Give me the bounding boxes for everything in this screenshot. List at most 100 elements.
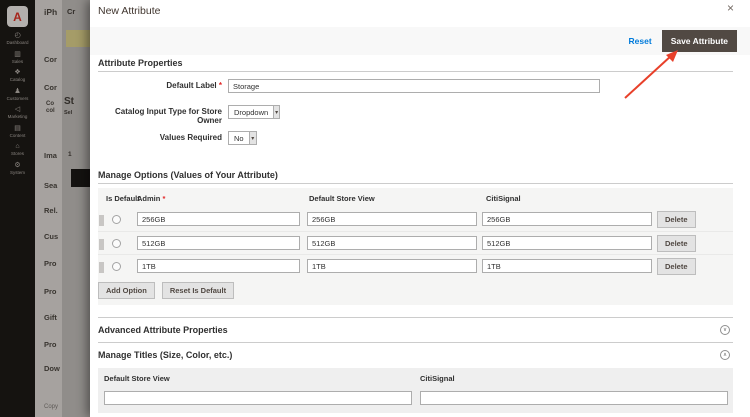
wizard-step-heading: St: [64, 96, 74, 107]
admin-option-input[interactable]: [137, 259, 300, 273]
bg-section-label: Cor: [44, 83, 57, 92]
sidebar-item-label: Marketing: [7, 114, 28, 120]
sales-icon: ▥: [14, 51, 21, 58]
new-attribute-modal: New Attribute × Reset Save Attribute Att…: [90, 0, 750, 417]
delete-option-button[interactable]: Delete: [657, 258, 696, 275]
default-store-view-option-input[interactable]: [307, 212, 477, 226]
advanced-attribute-properties-heading[interactable]: Advanced Attribute Properties: [98, 325, 228, 335]
default-label-input[interactable]: [228, 79, 600, 93]
sidebar-item-system[interactable]: ⚙ System: [0, 162, 35, 176]
dashboard-icon: ◴: [14, 32, 21, 39]
select-value: Dropdown: [234, 107, 269, 117]
values-required-select[interactable]: No ▾: [228, 131, 257, 145]
wizard-step-subtext: Sel: [64, 110, 73, 116]
sidebar-item-label: Dashboard: [6, 40, 29, 46]
catalog-input-type-label: Catalog Input Type for Store Owner: [115, 107, 222, 125]
catalog-input-type-select[interactable]: Dropdown ▾: [228, 105, 280, 119]
wizard-count-text: 1: [68, 151, 72, 158]
admin-option-input[interactable]: [137, 236, 300, 250]
bg-section-label: Gift: [44, 313, 57, 322]
content-icon: ▤: [14, 125, 21, 132]
dropdown-arrow-icon: ▾: [273, 106, 279, 118]
col-header-admin: Admin *: [137, 194, 165, 203]
title-citisignal-input[interactable]: [420, 391, 728, 405]
wizard-dark-tile: [71, 169, 90, 187]
drag-handle-icon[interactable]: [99, 239, 104, 250]
sidebar-item-label: Sales: [11, 59, 24, 65]
admin-sidebar: A ◴ Dashboard ▥ Sales ❖ Catalog ♟ Custom…: [0, 0, 35, 417]
sidebar-item-label: Stores: [10, 151, 24, 157]
bg-section-label: Rel.: [44, 206, 58, 215]
sidebar-item-customers[interactable]: ♟ Customers: [0, 88, 35, 102]
sidebar-item-catalog[interactable]: ❖ Catalog: [0, 69, 35, 83]
bg-section-label: Dow: [44, 364, 60, 373]
is-default-radio[interactable]: [112, 239, 121, 248]
is-default-radio[interactable]: [112, 262, 121, 271]
divider: [98, 71, 733, 72]
screen: iPh Cor Cor Co col Ima Sea Rel. Cus Pro …: [0, 0, 750, 417]
sidebar-item-sales[interactable]: ▥ Sales: [0, 51, 35, 65]
divider: [98, 342, 733, 343]
marketing-icon: ◁: [14, 106, 21, 113]
drag-handle-icon[interactable]: [99, 215, 104, 226]
magento-logo[interactable]: A: [7, 6, 28, 27]
col-header-citisignal: CitiSignal: [420, 374, 455, 383]
label-text: Default Label: [166, 81, 217, 90]
chevron-down-circle-icon[interactable]: ∨: [720, 325, 730, 335]
citisignal-option-input[interactable]: [482, 259, 652, 273]
col-header-citisignal: CitiSignal: [486, 194, 521, 203]
save-attribute-button[interactable]: Save Attribute: [661, 30, 737, 52]
attribute-properties-heading: Attribute Properties: [98, 58, 183, 68]
bg-page-title: iPh: [44, 7, 58, 17]
col-header-is-default: Is Default: [106, 194, 140, 203]
modal-title: New Attribute: [98, 5, 161, 17]
divider: [98, 317, 733, 318]
admin-option-input[interactable]: [137, 212, 300, 226]
option-row: Delete: [98, 231, 733, 254]
modal-toolbar: Reset Save Attribute: [90, 27, 750, 55]
close-icon[interactable]: ×: [727, 1, 734, 15]
manage-options-heading: Manage Options (Values of Your Attribute…: [98, 170, 278, 180]
add-option-button[interactable]: Add Option: [98, 282, 155, 299]
default-store-view-option-input[interactable]: [307, 259, 477, 273]
sidebar-item-label: Customers: [6, 96, 29, 102]
bg-section-label: Cus: [44, 232, 59, 241]
bg-section-label: Ima: [44, 151, 57, 160]
default-store-view-option-input[interactable]: [307, 236, 477, 250]
select-value: No: [234, 133, 244, 143]
manage-options-table: Is Default Admin * Default Store View Ci…: [98, 188, 733, 305]
citisignal-option-input[interactable]: [482, 236, 652, 250]
col-header-default-store-view: Default Store View: [309, 194, 375, 203]
reset-button[interactable]: Reset: [629, 36, 652, 46]
catalog-icon: ❖: [14, 69, 21, 76]
header-text: Admin: [137, 194, 161, 203]
manage-titles-heading[interactable]: Manage Titles (Size, Color, etc.): [98, 350, 232, 360]
customers-icon: ♟: [14, 88, 21, 95]
col-header-default-store-view: Default Store View: [104, 374, 170, 383]
sidebar-item-content[interactable]: ▤ Content: [0, 125, 35, 139]
stores-icon: ⌂: [15, 143, 20, 150]
reset-is-default-button[interactable]: Reset Is Default: [161, 282, 235, 299]
bg-copyright: Copy: [44, 404, 59, 410]
sidebar-item-stores[interactable]: ⌂ Stores: [0, 143, 35, 157]
title-default-store-view-input[interactable]: [104, 391, 412, 405]
bg-text: Co: [46, 101, 54, 107]
delete-option-button[interactable]: Delete: [657, 235, 696, 252]
dropdown-arrow-icon: ▾: [248, 132, 256, 144]
divider: [98, 183, 733, 184]
sidebar-item-label: Catalog: [9, 77, 26, 83]
sidebar-item-dashboard[interactable]: ◴ Dashboard: [0, 32, 35, 46]
wizard-notice-banner: [66, 30, 90, 47]
chevron-up-circle-icon[interactable]: ∧: [720, 350, 730, 360]
required-asterisk: *: [162, 194, 166, 203]
sidebar-item-label: Content: [9, 133, 26, 139]
is-default-radio[interactable]: [112, 215, 121, 224]
options-table-actions: Add Option Reset Is Default: [98, 282, 235, 299]
citisignal-option-input[interactable]: [482, 212, 652, 226]
default-label-label: Default Label *: [92, 81, 222, 90]
sidebar-item-label: System: [9, 170, 25, 176]
drag-handle-icon[interactable]: [99, 262, 104, 273]
sidebar-item-marketing[interactable]: ◁ Marketing: [0, 106, 35, 120]
delete-option-button[interactable]: Delete: [657, 211, 696, 228]
required-asterisk: *: [218, 81, 222, 90]
